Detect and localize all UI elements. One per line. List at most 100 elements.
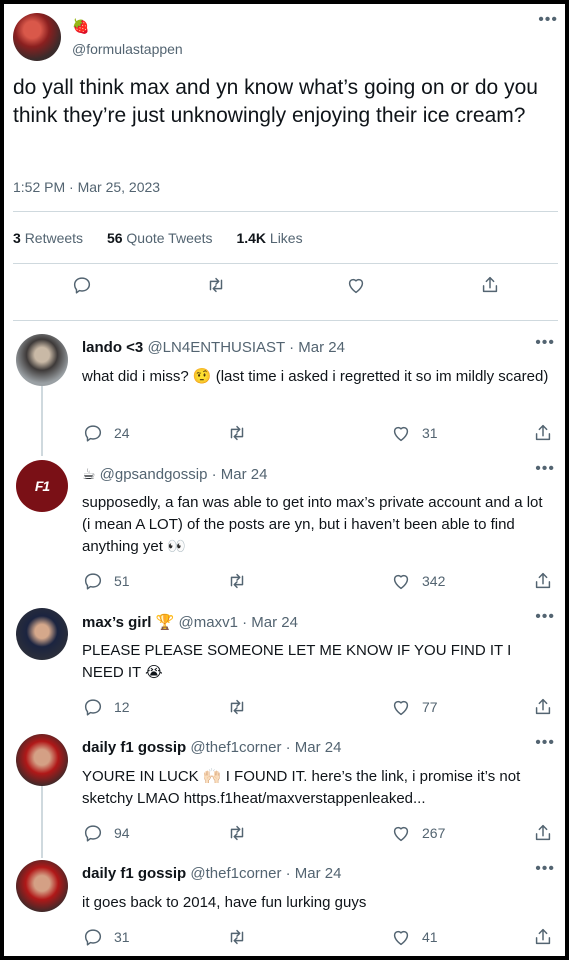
reply-action-bar: 31 41	[4, 926, 565, 954]
avatar[interactable]	[16, 608, 68, 660]
like-count: 342	[422, 573, 446, 589]
reply-author[interactable]: daily f1 gossip @thef1corner · Mar 24	[82, 865, 342, 882]
like-button[interactable]: 31	[390, 422, 438, 444]
screenshot-frame: 🍓 @formulastappen ••• do yall think max …	[4, 4, 565, 956]
avatar[interactable]	[13, 13, 61, 61]
heart-icon	[390, 926, 412, 948]
retweet-button[interactable]	[226, 422, 248, 444]
avatar[interactable]	[16, 860, 68, 912]
reply-author[interactable]: ☕ @gpsandgossip · Mar 24	[82, 465, 267, 483]
more-icon[interactable]: •••	[535, 609, 555, 625]
reply-count: 51	[114, 573, 130, 589]
share-button[interactable]	[532, 926, 554, 948]
more-icon[interactable]: •••	[535, 461, 555, 477]
user-handle[interactable]: @formulastappen	[72, 41, 183, 57]
like-button[interactable]: 77	[390, 696, 438, 718]
tweet-text: do yall think max and yn know what’s goi…	[13, 76, 538, 127]
reply-text: supposedly, a fan was able to get into m…	[82, 494, 543, 555]
tweet-stats: 3 Retweets 56 Quote Tweets 1.4K Likes	[13, 230, 323, 246]
likes-stat[interactable]: 1.4K Likes	[236, 230, 302, 246]
reply-text: YOURE IN LUCK 🙌🏻 I FOUND IT. here’s the …	[82, 768, 521, 807]
heart-icon	[390, 422, 412, 444]
reply-icon	[71, 274, 93, 296]
reply-button[interactable]: 94	[82, 822, 130, 844]
reply-icon	[82, 570, 104, 592]
reply-action-bar: 51 342	[4, 570, 565, 598]
reply-text: PLEASE PLEASE SOMEONE LET ME KNOW IF YOU…	[82, 642, 512, 681]
avatar[interactable]	[16, 334, 68, 386]
share-icon	[532, 422, 554, 444]
tweet-timestamp[interactable]: 1:52 PM · Mar 25, 2023	[13, 179, 160, 195]
heart-icon	[345, 274, 367, 296]
share-button[interactable]	[532, 822, 554, 844]
like-button[interactable]	[345, 274, 367, 296]
reply-action-bar: 94 267	[4, 822, 565, 850]
reply-author[interactable]: max’s girl 🏆 @maxv1 · Mar 24	[82, 613, 298, 631]
f1-logo: F1	[34, 478, 50, 494]
retweet-button[interactable]	[226, 570, 248, 592]
share-button[interactable]	[532, 696, 554, 718]
like-count: 267	[422, 825, 446, 841]
like-count: 41	[422, 929, 438, 945]
reply-button[interactable]: 12	[82, 696, 130, 718]
more-icon[interactable]: •••	[535, 735, 555, 751]
reply-action-bar: 24 31	[4, 422, 565, 450]
reply-author[interactable]: lando <3 @LN4ENTHUSIAST · Mar 24	[82, 339, 345, 356]
retweet-button[interactable]	[205, 274, 227, 296]
heart-icon	[390, 822, 412, 844]
retweet-icon	[226, 570, 248, 592]
reply-icon	[82, 696, 104, 718]
heart-icon	[390, 570, 412, 592]
retweet-icon	[226, 422, 248, 444]
retweet-icon	[226, 822, 248, 844]
display-name[interactable]: 🍓	[72, 18, 89, 35]
divider	[13, 320, 558, 321]
reply-author[interactable]: daily f1 gossip @thef1corner · Mar 24	[82, 739, 342, 756]
divider	[13, 211, 558, 212]
quote-tweets-stat[interactable]: 56 Quote Tweets	[107, 230, 213, 246]
reply-button[interactable]: 51	[82, 570, 130, 592]
reply-icon	[82, 926, 104, 948]
share-button[interactable]	[532, 570, 554, 592]
share-icon	[532, 926, 554, 948]
retweet-button[interactable]	[226, 696, 248, 718]
reply-button[interactable]	[71, 274, 93, 296]
heart-icon	[390, 696, 412, 718]
avatar[interactable]: F1	[16, 460, 68, 512]
divider	[13, 263, 558, 264]
more-icon[interactable]: •••	[538, 12, 558, 28]
more-icon[interactable]: •••	[535, 861, 555, 877]
reply-count: 94	[114, 825, 130, 841]
reply-text: it goes back to 2014, have fun lurking g…	[82, 894, 367, 911]
main-action-bar	[4, 274, 565, 302]
retweet-button[interactable]	[226, 822, 248, 844]
reply-button[interactable]: 24	[82, 422, 130, 444]
more-icon[interactable]: •••	[535, 335, 555, 351]
reply-count: 12	[114, 699, 130, 715]
retweet-button[interactable]	[226, 926, 248, 948]
like-button[interactable]: 267	[390, 822, 445, 844]
share-icon	[479, 274, 501, 296]
main-tweet-header: 🍓 @formulastappen •••	[13, 12, 558, 63]
share-icon	[532, 696, 554, 718]
share-icon	[532, 570, 554, 592]
retweet-icon	[226, 696, 248, 718]
share-icon	[532, 822, 554, 844]
retweet-icon	[205, 274, 227, 296]
reply-action-bar: 12 77	[4, 696, 565, 724]
like-count: 77	[422, 699, 438, 715]
like-button[interactable]: 342	[390, 570, 445, 592]
avatar[interactable]	[16, 734, 68, 786]
like-count: 31	[422, 425, 438, 441]
retweet-icon	[226, 926, 248, 948]
retweets-stat[interactable]: 3 Retweets	[13, 230, 83, 246]
reply-button[interactable]: 31	[82, 926, 130, 948]
reply-count: 24	[114, 425, 130, 441]
share-button[interactable]	[532, 422, 554, 444]
like-button[interactable]: 41	[390, 926, 438, 948]
reply-count: 31	[114, 929, 130, 945]
reply-text: what did i miss? 🤨 (last time i asked i …	[82, 368, 549, 385]
reply-icon	[82, 422, 104, 444]
share-button[interactable]	[479, 274, 501, 296]
reply-icon	[82, 822, 104, 844]
